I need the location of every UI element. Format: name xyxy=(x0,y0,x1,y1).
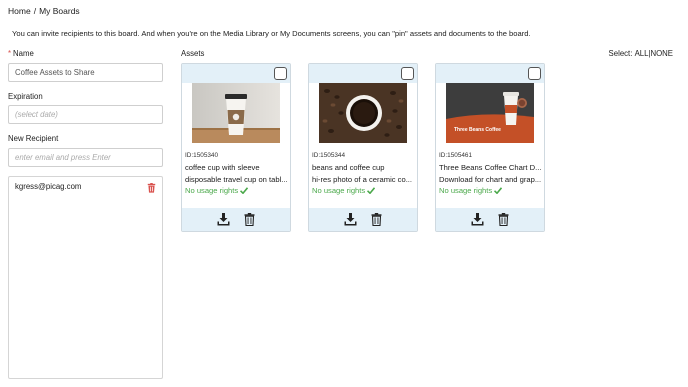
breadcrumb-separator: / xyxy=(33,6,37,16)
asset-card-actions xyxy=(436,208,544,231)
usage-rights-text: No usage rights xyxy=(312,186,366,195)
recipient-email: kgress@picag.com xyxy=(15,182,82,191)
asset-title: beans and coffee cup xyxy=(312,163,385,172)
check-icon xyxy=(494,187,503,195)
asset-id: ID:1505340 xyxy=(185,152,219,159)
asset-thumbnail-beans-cup[interactable] xyxy=(319,83,407,143)
download-icon[interactable] xyxy=(217,213,230,226)
intro-text: You can invite recipients to this board.… xyxy=(12,29,531,38)
asset-meta: ID:1505344 beans and coffee cup hi-res p… xyxy=(312,152,416,197)
select-none-link[interactable]: NONE xyxy=(650,49,673,58)
asset-usage-rights: No usage rights xyxy=(185,185,289,197)
asset-thumbnail-coffee-cup[interactable] xyxy=(192,83,280,143)
trash-icon[interactable] xyxy=(243,213,256,226)
check-icon xyxy=(240,187,249,195)
name-label-wrap: * Name xyxy=(8,49,34,58)
asset-usage-rights: No usage rights xyxy=(439,185,543,197)
asset-card-actions xyxy=(182,208,290,231)
check-icon xyxy=(367,187,376,195)
asset-description: disposable travel cup on tabl... xyxy=(185,174,288,184)
select-all-none: Select: ALL | NONE xyxy=(609,49,673,58)
select-prefix: Select: xyxy=(608,49,635,58)
expiration-input[interactable] xyxy=(8,105,163,124)
download-icon[interactable] xyxy=(471,213,484,226)
asset-card: Three Beans Coffee ID:1505461 Three Bean… xyxy=(435,63,545,232)
asset-select-checkbox[interactable] xyxy=(401,67,414,80)
name-input[interactable] xyxy=(8,63,163,82)
asset-card-actions xyxy=(309,208,417,231)
remove-recipient-trash-icon[interactable] xyxy=(147,183,156,193)
recipient-row: kgress@picag.com xyxy=(9,177,162,197)
asset-card: ID:1505340 coffee cup with sleeve dispos… xyxy=(181,63,291,232)
breadcrumb-home-link[interactable]: Home xyxy=(8,6,31,16)
asset-description: hi-res photo of a ceramic co... xyxy=(312,174,413,184)
asset-id: ID:1505461 xyxy=(439,152,473,159)
name-label: Name xyxy=(13,49,34,58)
asset-thumbnail-coffee-chart[interactable]: Three Beans Coffee xyxy=(446,83,534,143)
breadcrumb: Home / My Boards xyxy=(8,6,80,16)
asset-meta: ID:1505340 coffee cup with sleeve dispos… xyxy=(185,152,289,197)
asset-select-checkbox[interactable] xyxy=(274,67,287,80)
usage-rights-text: No usage rights xyxy=(185,186,239,195)
download-icon[interactable] xyxy=(344,213,357,226)
asset-card-header xyxy=(436,64,544,83)
required-mark: * xyxy=(8,49,12,58)
assets-heading: Assets xyxy=(181,49,205,58)
recipient-list: kgress@picag.com xyxy=(8,176,163,379)
asset-id: ID:1505344 xyxy=(312,152,346,159)
asset-title: coffee cup with sleeve xyxy=(185,163,260,172)
new-recipient-label: New Recipient xyxy=(8,134,59,143)
trash-icon[interactable] xyxy=(497,213,510,226)
select-all-link[interactable]: ALL xyxy=(635,49,649,58)
usage-rights-text: No usage rights xyxy=(439,186,493,195)
asset-title: Three Beans Coffee Chart D... xyxy=(439,163,542,172)
breadcrumb-current: My Boards xyxy=(39,6,80,16)
asset-card-header xyxy=(309,64,417,83)
asset-description: Download for chart and grap... xyxy=(439,174,542,184)
new-recipient-input[interactable] xyxy=(8,148,163,167)
asset-usage-rights: No usage rights xyxy=(312,185,416,197)
asset-card: ID:1505344 beans and coffee cup hi-res p… xyxy=(308,63,418,232)
expiration-label: Expiration xyxy=(8,92,43,101)
trash-icon[interactable] xyxy=(370,213,383,226)
asset-select-checkbox[interactable] xyxy=(528,67,541,80)
asset-meta: ID:1505461 Three Beans Coffee Chart D...… xyxy=(439,152,543,197)
thumb-brand-text: Three Beans Coffee xyxy=(454,127,501,133)
asset-card-header xyxy=(182,64,290,83)
